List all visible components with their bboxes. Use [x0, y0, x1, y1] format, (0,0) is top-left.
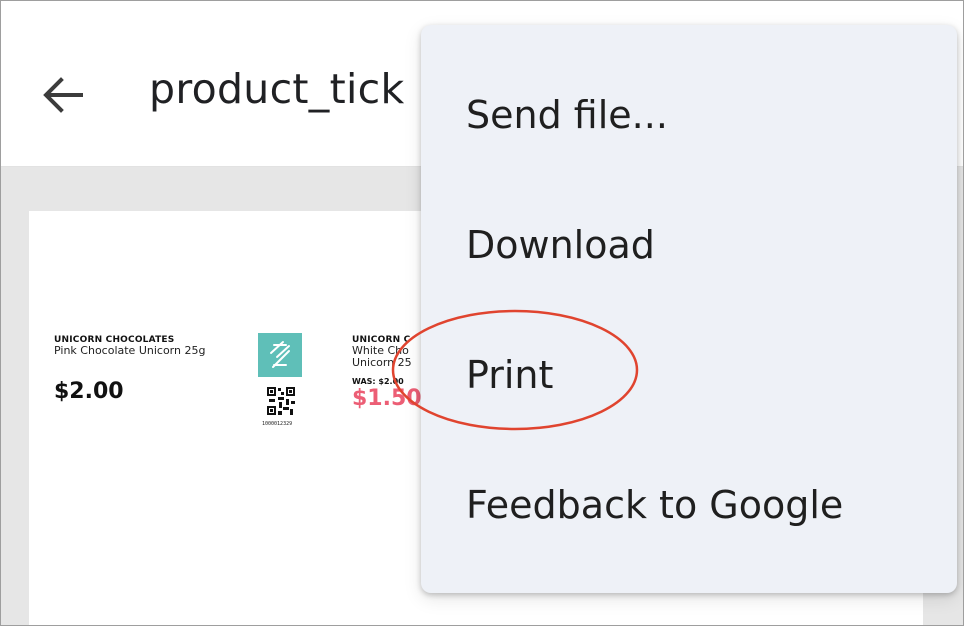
product-ticket: UNICORN CHOCOLATES Pink Chocolate Unicor…: [54, 335, 214, 404]
menu-item-download[interactable]: Download: [421, 180, 957, 310]
overflow-menu: Send file... Download Print Feedback to …: [421, 25, 957, 593]
ticket-sale-price: $1.50: [352, 386, 422, 411]
ticket-product-name: White Cho Unicorn 25: [352, 344, 412, 369]
ticket-product-name: Pink Chocolate Unicorn 25g: [54, 344, 206, 357]
document-title: product_tick: [149, 65, 405, 113]
ticket-was-price: WAS: $2.00: [352, 377, 404, 386]
arrow-left-icon: [43, 77, 83, 113]
menu-item-print[interactable]: Print: [421, 310, 957, 440]
menu-item-feedback[interactable]: Feedback to Google: [421, 440, 957, 570]
product-ticket: UNICORN C White Cho Unicorn 25 WAS: $2.0…: [352, 335, 432, 411]
ticket-price: $2.00: [54, 379, 124, 404]
menu-item-send-file[interactable]: Send file...: [421, 50, 957, 180]
barcode-number: 1000012329: [262, 421, 293, 427]
back-button[interactable]: [35, 67, 91, 123]
qr-code-icon: [267, 387, 295, 417]
brand-logo-icon: [258, 333, 302, 377]
app-window: product_tick UNICORN CHOCOLATES Pink Cho…: [0, 0, 964, 626]
